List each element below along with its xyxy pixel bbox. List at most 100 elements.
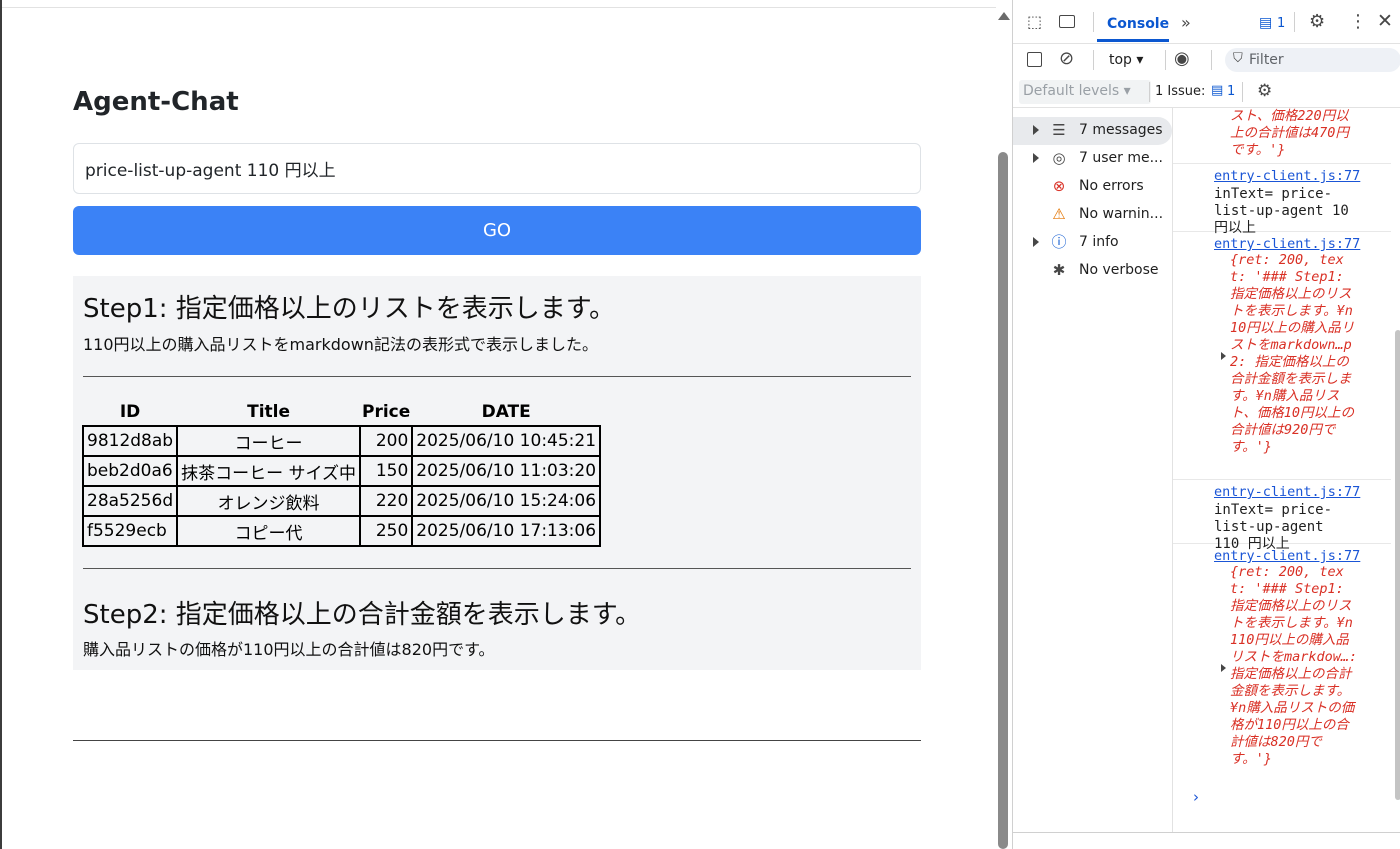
expand-object-icon[interactable] [1221,352,1226,360]
expand-arrow-icon[interactable] [1033,153,1039,163]
console-prompt[interactable]: › [1193,788,1199,806]
log-entry: entry-client.js:77 inText= price-list-up… [1173,164,1391,236]
cell-id: beb2d0a6 [81,455,179,487]
cell-price: 200 [359,425,414,457]
log-object-text: スト、価格220円以上の合計値は470円です。'} [1230,108,1349,158]
filter-placeholder: Filter [1249,52,1284,68]
filter-icon: ⛉ [1233,51,1243,66]
step2-heading: Step2: 指定価格以上の合計金額を表示します。 [83,600,642,630]
issues-count[interactable]: 1 [1277,16,1285,31]
cell-date: 2025/06/10 11:03:20 [411,455,602,487]
source-link[interactable]: entry-client.js:77 [1214,548,1360,564]
separator [1165,50,1166,70]
step2-text: 購入品リストの価格が110円以上の合計値は820円です。 [83,640,495,659]
window-edge [0,0,2,849]
log-entry: entry-client.js:77 {ret: 200, text: '###… [1173,232,1391,480]
log-object-text: {ret: 200, text: '### Step1: 指定価格以上のリストを… [1230,564,1358,767]
cell-title: 抹茶コーヒー サイズ中 [176,455,362,487]
inspect-element-icon[interactable]: ⬚ [1027,12,1042,32]
context-select[interactable]: top ▾ [1109,52,1143,68]
result-panel: Step1: 指定価格以上のリストを表示します。 110円以上の購入品リストをm… [73,276,921,670]
issues-icon[interactable]: ▤ [1259,13,1272,33]
cell-date: 2025/06/10 17:13:06 [411,515,602,547]
sidebar-item-user-messages[interactable]: ◎ 7 user me... [1013,145,1172,173]
separator [1211,50,1212,70]
expand-object-icon[interactable] [1221,664,1226,672]
log-entry: スト、価格220円以上の合計値は470円です。'} [1173,108,1391,164]
separator [1294,12,1295,32]
cell-price: 220 [359,485,414,517]
issue-message-icon[interactable]: ▤ [1211,83,1223,98]
log-entry: entry-client.js:77 {ret: 200, text: '###… [1173,544,1391,786]
step1-text: 110円以上の購入品リストをmarkdown記法の表形式で表示しました。 [83,335,598,354]
step1-heading: Step1: 指定価格以上のリストを表示します。 [83,294,616,324]
close-icon[interactable]: ✕ [1377,11,1393,31]
table-row: 28a5256d オレンジ飲料 220 2025/06/10 15:24:06 [81,485,602,517]
scroll-up-arrow-icon[interactable] [998,12,1010,20]
table-header-row: ID Title Price DATE [83,398,600,426]
more-tabs-icon[interactable]: » [1181,13,1191,33]
console-sidebar: ☰ 7 messages ◎ 7 user me... ⊗ No errors … [1013,108,1173,849]
sidebar-item-errors[interactable]: ⊗ No errors [1013,173,1172,201]
sidebar-toggle-icon[interactable] [1027,52,1042,67]
console-toolbar: ⊘ top ▾ ◉ ⛉ Filter [1013,44,1400,76]
more-options-icon[interactable]: ⋮ [1349,12,1367,32]
column-header-title: Title [247,401,291,422]
go-button[interactable]: GO [73,206,921,255]
error-icon: ⊗ [1052,177,1066,195]
log-entry: entry-client.js:77 inText= price-list-up… [1173,480,1391,552]
sidebar-item-messages[interactable]: ☰ 7 messages [1013,117,1172,145]
source-link[interactable]: entry-client.js:77 [1214,484,1360,500]
tab-console[interactable]: Console [1107,16,1169,32]
clear-console-icon[interactable]: ⊘ [1059,49,1074,69]
cell-title: コーヒー [176,425,362,457]
column-header-id: ID [119,401,141,422]
active-tab-indicator [1097,39,1169,42]
source-link[interactable]: entry-client.js:77 [1214,168,1360,184]
devtools-panel: ⬚ Console » ▤ 1 ⚙ ⋮ ✕ ⊘ top ▾ ◉ ⛉ Filter [1012,0,1400,849]
issue-label[interactable]: 1 Issue: [1155,84,1205,99]
console-scrollbar-thumb[interactable] [1395,330,1400,800]
top-divider [0,7,996,8]
column-header-price: Price [362,401,411,422]
sidebar-item-info[interactable]: ⓘ 7 info [1013,229,1172,257]
filter-input[interactable]: ⛉ Filter [1225,48,1400,72]
console-levels-bar: Default levels ▾ 1 Issue: ▤ 1 ⚙ [1013,76,1400,108]
warning-icon: ⚠ [1052,205,1066,223]
bottom-divider [73,740,921,741]
info-icon: ⓘ [1051,233,1067,251]
console-settings-icon[interactable]: ⚙ [1257,81,1272,101]
devtools-tabbar: ⬚ Console » ▤ 1 ⚙ ⋮ ✕ [1013,0,1400,44]
price-table: ID Title Price DATE 9812d8ab コーヒー 200 20… [81,398,602,547]
separator [1093,12,1094,32]
table-row: 9812d8ab コーヒー 200 2025/06/10 10:45:21 [81,425,602,457]
column-header-date: DATE [481,401,531,422]
device-toolbar-icon[interactable] [1059,15,1075,28]
user-icon: ◎ [1052,149,1066,167]
expand-arrow-icon[interactable] [1033,237,1039,247]
cell-id: 9812d8ab [81,425,179,457]
cell-title: コピー代 [176,515,362,547]
separator [1242,82,1243,102]
cell-id: 28a5256d [81,485,179,517]
web-page: Agent-Chat GO Step1: 指定価格以上のリストを表示します。 1… [0,0,996,849]
divider [83,376,911,377]
settings-gear-icon[interactable]: ⚙ [1309,12,1325,32]
scrollbar-thumb[interactable] [998,152,1008,849]
log-object-text: {ret: 200, text: '### Step1: 指定価格以上のリストを… [1230,252,1355,455]
cell-id: f5529ecb [81,515,179,547]
sidebar-item-warnings[interactable]: ⚠ No warnin... [1013,201,1172,229]
levels-dropdown[interactable]: Default levels ▾ [1019,80,1151,104]
expand-arrow-icon[interactable] [1033,125,1039,135]
prompt-input[interactable] [73,143,921,194]
table-row: f5529ecb コピー代 250 2025/06/10 17:13:06 [81,515,602,547]
sidebar-item-verbose[interactable]: ✱ No verbose [1013,257,1172,285]
bug-icon: ✱ [1052,261,1066,279]
live-expression-eye-icon[interactable]: ◉ [1174,49,1190,69]
cell-date: 2025/06/10 15:24:06 [411,485,602,517]
issue-count[interactable]: 1 [1227,84,1235,99]
divider [83,568,911,569]
source-link[interactable]: entry-client.js:77 [1214,236,1360,252]
cell-price: 150 [359,455,414,487]
drawer-bar [1013,832,1400,849]
